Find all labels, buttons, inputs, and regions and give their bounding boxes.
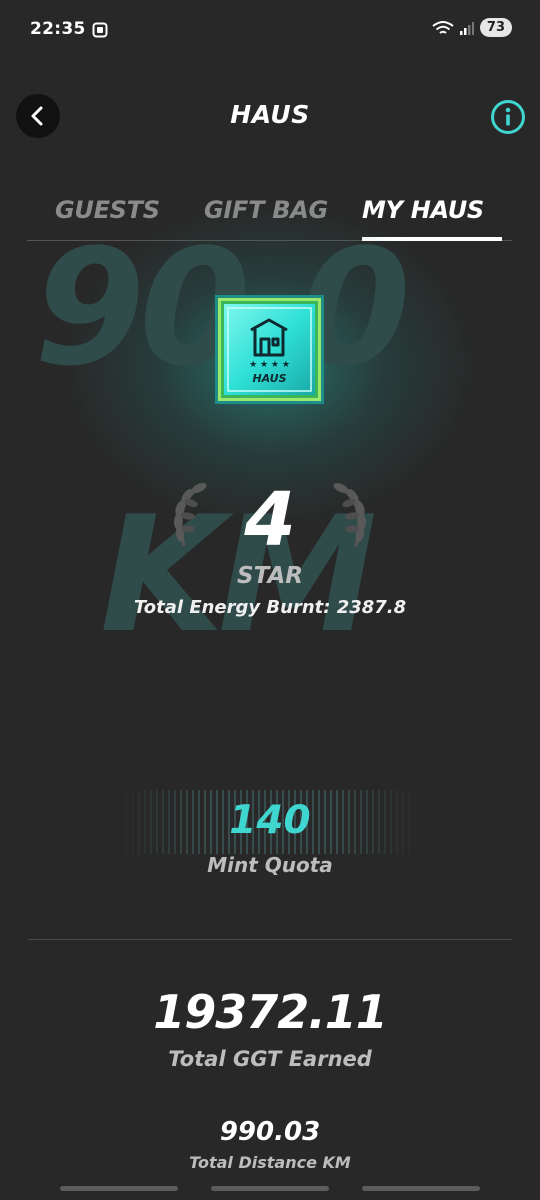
info-icon[interactable] bbox=[490, 99, 526, 135]
svg-text:★ ★ ★ ★: ★ ★ ★ ★ bbox=[249, 360, 290, 370]
mint-quota-label: Mint Quota bbox=[207, 853, 333, 877]
mint-quota-value: 140 bbox=[229, 798, 311, 843]
energy-burnt: Total Energy Burnt: 2387.8 bbox=[133, 597, 407, 618]
star-label: STAR bbox=[237, 563, 303, 589]
nav-bar-home[interactable] bbox=[211, 1186, 329, 1191]
total-distance-label: Total Distance KM bbox=[189, 1153, 351, 1172]
svg-text:HAUS: HAUS bbox=[252, 372, 286, 385]
star-count: 4 bbox=[244, 477, 296, 563]
total-ggt-label: Total GGT Earned bbox=[168, 1047, 372, 1071]
nav-bar-left[interactable] bbox=[60, 1186, 178, 1191]
total-distance-value: 990.03 bbox=[219, 1117, 321, 1147]
section-divider bbox=[28, 939, 512, 940]
wifi-icon bbox=[432, 20, 454, 34]
screenshot-icon bbox=[92, 22, 108, 38]
page-title: HAUS bbox=[230, 100, 310, 129]
status-time: 22:35 bbox=[30, 19, 86, 39]
haus-badge: ★ ★ ★ ★ HAUS bbox=[215, 295, 324, 404]
total-ggt-value: 19372.11 bbox=[153, 985, 388, 1039]
status-icons: 73 bbox=[432, 18, 512, 37]
nav-bar-right[interactable] bbox=[362, 1186, 480, 1191]
signal-icon bbox=[459, 21, 474, 35]
battery-indicator: 73 bbox=[479, 18, 512, 37]
